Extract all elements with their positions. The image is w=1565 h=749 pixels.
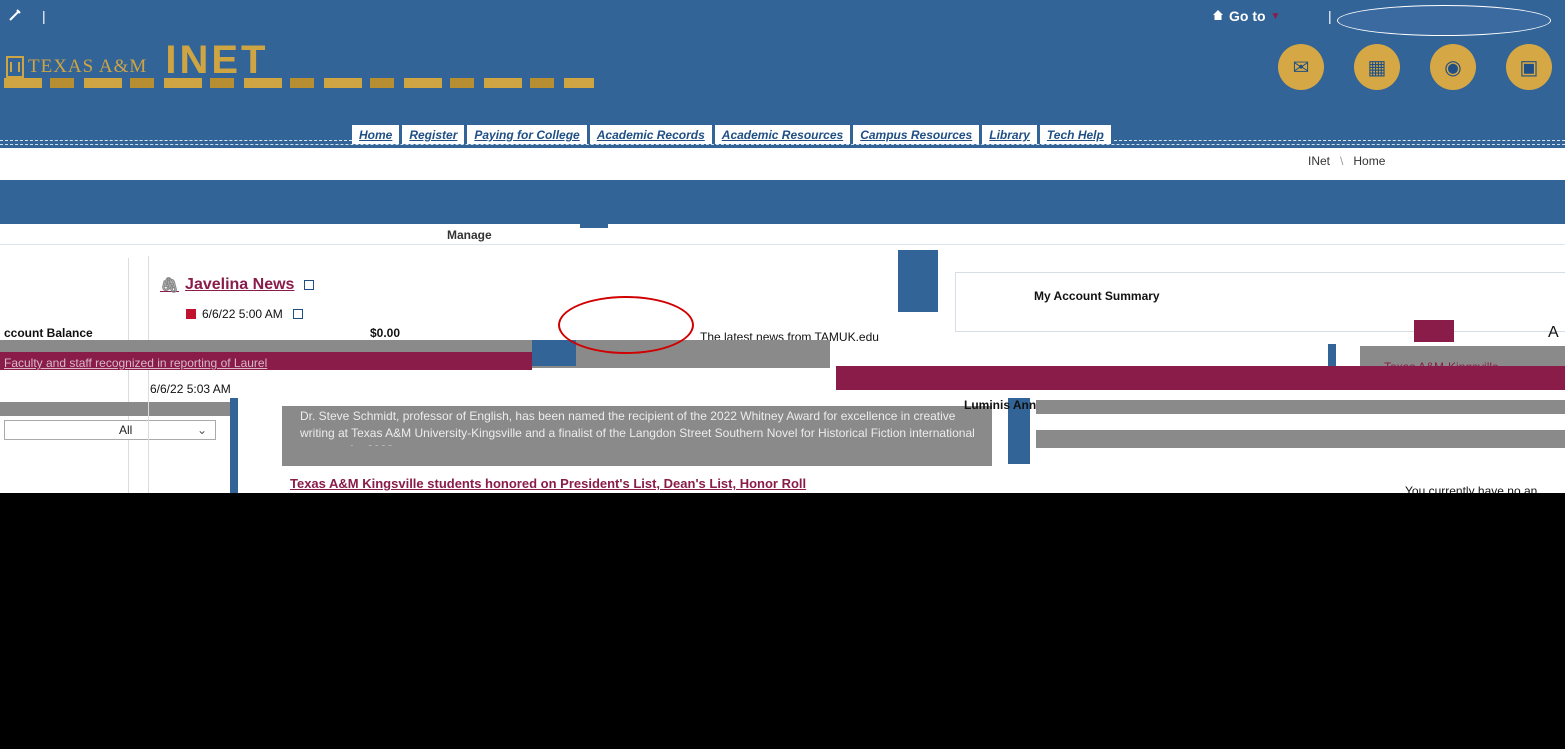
tab-library[interactable]: Library: [982, 125, 1037, 144]
chevron-down-icon: ▼: [1270, 10, 1281, 22]
tab-register[interactable]: Register: [402, 125, 465, 144]
right-blue-bar: [1328, 344, 1336, 366]
home-icon: [1212, 8, 1224, 24]
rss-icon: [186, 309, 196, 319]
logo-name: TEXAS A&M: [28, 56, 148, 77]
news-date-2: 6/6/22 5:03 AM: [150, 382, 231, 396]
red-annotation-circle: [558, 296, 694, 354]
left-column: [0, 258, 129, 508]
calendar-icon[interactable]: ▦: [1354, 44, 1400, 90]
news-date-1: 6/6/22 5:00 AM: [186, 307, 303, 321]
external-link-icon: [304, 280, 315, 290]
middle-column-border: [148, 256, 149, 496]
redaction-band-left: [0, 402, 236, 416]
breadcrumb: INet \ Home: [1308, 154, 1385, 168]
print-icon[interactable]: ▣: [1506, 44, 1552, 90]
external-link-icon[interactable]: [292, 309, 303, 319]
chevron-down-icon: ⌄: [196, 423, 207, 437]
tabbar-trailer: [1113, 139, 1565, 141]
breadcrumb-inet[interactable]: INet: [1308, 154, 1330, 168]
search-input[interactable]: [1337, 5, 1551, 36]
news-headline-link[interactable]: Texas A&M Kingsville students honored on…: [290, 476, 806, 491]
logo-stripe: [4, 78, 594, 88]
blackout-region: [0, 493, 1565, 749]
tab-home[interactable]: Home: [352, 125, 400, 144]
goto-label: Go to: [1229, 8, 1266, 24]
redaction-band-right-3: [1036, 430, 1565, 448]
seal-icon: [6, 56, 24, 78]
maroon-badge: [1414, 320, 1454, 342]
tamuk-link[interactable]: Texas A&M-Kingsville: [1384, 360, 1499, 374]
left-column-bar: [230, 398, 238, 493]
announcement-link[interactable]: Faculty and staff recognized in reportin…: [4, 356, 267, 370]
a-letter: A: [1548, 324, 1559, 341]
tabbar-leader: [0, 139, 352, 141]
tab-academic-records[interactable]: Academic Records: [589, 125, 712, 144]
filter-value: All: [119, 423, 133, 437]
redaction-band-right-2: [1036, 400, 1565, 414]
news-body-foot: [282, 446, 992, 466]
tab-tech-help[interactable]: Tech Help: [1039, 125, 1111, 144]
tab-campus-resources[interactable]: Campus Resources: [853, 125, 980, 144]
breadcrumb-home[interactable]: Home: [1353, 154, 1385, 168]
channel-toolbar: Manage: [0, 228, 1565, 245]
goto-menu[interactable]: Go to ▼: [1212, 8, 1280, 24]
tab-academic-resources[interactable]: Academic Resources: [714, 125, 851, 144]
announcement-filter-select[interactable]: All ⌄: [4, 420, 216, 440]
tab-paying-for-college[interactable]: Paying for College: [467, 125, 587, 144]
breadcrumb-separator: \: [1340, 154, 1344, 168]
person-icon[interactable]: ◉: [1430, 44, 1476, 90]
paperclip-icon: 🖇: [160, 277, 180, 294]
goto-separator: |: [1328, 8, 1332, 24]
account-summary-title: My Account Summary: [1034, 289, 1160, 303]
news-date-2-text: 6/6/22 5:03 AM: [150, 382, 231, 396]
main-tabs: Home Register Paying for College Academi…: [0, 120, 1565, 145]
javelina-news-label: Javelina News: [185, 276, 295, 293]
top-links: |: [8, 4, 46, 28]
javelina-news-title[interactable]: 🖇 Javelina News: [160, 276, 315, 294]
news-date-1-text: 6/6/22 5:00 AM: [202, 307, 283, 321]
logo-product: INET: [165, 38, 269, 82]
blue-block: [532, 340, 576, 366]
mail-icon[interactable]: ✉: [1278, 44, 1324, 90]
middle-blue-block: [898, 250, 938, 312]
top-separator: |: [42, 8, 46, 24]
tools-icon[interactable]: [8, 8, 22, 25]
account-balance-label: ccount Balance: [4, 326, 93, 340]
page-banner: [0, 180, 1565, 224]
manage-link[interactable]: Manage: [447, 228, 492, 242]
account-balance-value: $0.00: [370, 326, 401, 340]
site-logo[interactable]: TEXAS A&M INET: [6, 38, 269, 82]
